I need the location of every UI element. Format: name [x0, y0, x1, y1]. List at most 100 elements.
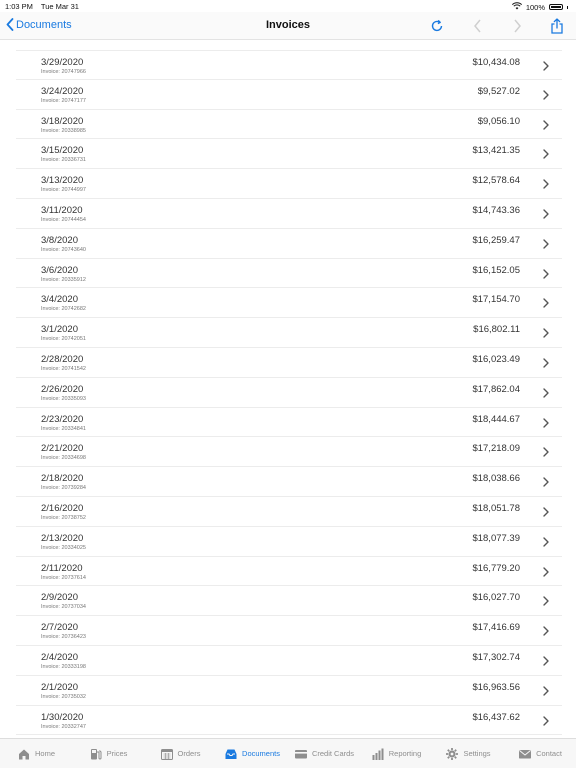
tab-orders[interactable]: Orders: [144, 739, 216, 768]
calendar-icon: [160, 748, 173, 760]
tab-label: Prices: [106, 749, 128, 758]
invoice-amount: $18,444.67: [472, 413, 520, 425]
invoice-date: 3/6/2020: [41, 264, 78, 276]
chevron-right-icon: [543, 686, 549, 696]
invoice-date: 2/9/2020: [41, 592, 78, 604]
invoice-date: 3/15/2020: [41, 145, 84, 157]
invoice-date: 2/7/2020: [41, 622, 78, 634]
invoice-date: 1/30/2020: [41, 711, 84, 723]
fuel-pump-icon: [90, 748, 102, 759]
invoice-row[interactable]: 3/8/2020 Invoice: 20743640 $16,259.47: [16, 229, 562, 259]
next-chevron-icon[interactable]: [508, 17, 526, 35]
invoice-date: 2/4/2020: [41, 651, 78, 663]
invoice-amount: $16,152.05: [472, 264, 520, 276]
invoice-date: 3/13/2020: [41, 175, 84, 187]
invoice-number: Invoice: 20333198: [41, 663, 86, 670]
invoice-amount: $17,218.09: [472, 443, 520, 455]
chevron-right-icon: [543, 268, 549, 279]
invoice-row[interactable]: 3/4/2020 Invoice: 20742682 $17,154.70: [16, 288, 562, 319]
invoice-amount: $14,743.36: [472, 204, 520, 216]
tab-reporting[interactable]: Reporting: [360, 739, 432, 768]
invoice-row[interactable]: 3/24/2020 Invoice: 20747177 $9,527.02: [16, 80, 562, 110]
house-icon: [18, 749, 29, 759]
invoice-row[interactable]: 2/23/2020 Invoice: 20334841 $18,444.67: [16, 408, 562, 438]
invoice-amount: $16,963.56: [472, 681, 520, 693]
invoice-row[interactable]: 3/1/2020 Invoice: 20742051 $16,802.11: [16, 318, 562, 348]
invoice-row[interactable]: 2/4/2020 Invoice: 20333198 $17,302.74: [16, 646, 562, 676]
invoice-row[interactable]: 2/13/2020 Invoice: 20334025 $18,077.39: [16, 527, 562, 557]
invoice-row[interactable]: 2/16/2020 Invoice: 20738752 $18,051.78: [16, 497, 562, 527]
bar-chart-icon: [372, 748, 384, 760]
invoice-number: Invoice: 20736423: [41, 634, 86, 641]
invoice-row[interactable]: 1/30/2020 Invoice: 20332747 $16,437.62: [16, 706, 562, 736]
invoice-row[interactable]: 2/11/2020 Invoice: 20737614 $16,779.20: [16, 557, 562, 587]
invoice-row[interactable]: 2/21/2020 Invoice: 20334698 $17,218.09: [16, 437, 562, 468]
tab-credit-cards[interactable]: Credit Cards: [288, 739, 360, 768]
invoice-date: 3/11/2020: [41, 204, 83, 216]
invoice-row[interactable]: 2/26/2020 Invoice: 20335093 $17,862.04: [16, 378, 562, 408]
tab-documents[interactable]: Documents: [216, 739, 288, 768]
tab-prices[interactable]: Prices: [72, 739, 144, 768]
invoice-date: 2/18/2020: [41, 473, 84, 485]
invoice-row[interactable]: 3/15/2020 Invoice: 20336731 $13,421.35: [16, 139, 562, 170]
invoice-row[interactable]: 2/1/2020 Invoice: 20735032 $16,963.56: [16, 676, 562, 706]
invoice-amount: $10,434.08: [472, 57, 520, 68]
chevron-right-icon: [543, 596, 549, 607]
chevron-right-icon: [543, 715, 549, 726]
invoice-number: Invoice: 20744997: [41, 187, 86, 194]
invoice-row[interactable]: 2/18/2020 Invoice: 20739284 $18,038.66: [16, 467, 562, 497]
invoice-number: Invoice: 20334698: [41, 455, 86, 462]
invoice-row[interactable]: 3/6/2020 Invoice: 20335912 $16,152.05: [16, 259, 562, 289]
tab-settings[interactable]: Settings: [432, 739, 504, 768]
invoice-amount: $18,038.66: [472, 473, 520, 485]
chevron-right-icon: [543, 298, 549, 309]
chevron-right-icon: [543, 656, 549, 666]
chevron-right-icon: [543, 477, 549, 487]
invoice-amount: $17,302.74: [472, 651, 520, 663]
invoice-amount: $13,421.35: [472, 145, 520, 157]
chevron-right-icon: [543, 179, 549, 189]
invoice-row[interactable]: 2/9/2020 Invoice: 20737034 $16,027.70: [16, 586, 562, 617]
invoice-amount: $16,779.20: [472, 562, 520, 574]
invoice-row[interactable]: 3/11/2020 Invoice: 20744454 $14,743.36: [16, 199, 562, 229]
invoice-amount: $17,416.69: [472, 622, 520, 634]
envelope-icon: [519, 749, 532, 758]
tab-label: Settings: [463, 749, 491, 758]
chevron-right-icon: [543, 388, 549, 398]
gear-icon: [446, 747, 459, 760]
tab-label: Contact: [536, 749, 562, 758]
invoice-date: 2/11/2020: [41, 562, 83, 574]
refresh-icon[interactable]: [428, 17, 446, 35]
invoice-date: 2/1/2020: [41, 681, 78, 693]
status-time: 1:03 PM: [5, 2, 33, 11]
invoice-row[interactable]: 2/7/2020 Invoice: 20736423 $17,416.69: [16, 616, 562, 646]
invoice-number: Invoice: 20739284: [41, 485, 86, 492]
invoice-date: 2/21/2020: [41, 443, 84, 455]
invoice-row[interactable]: 3/18/2020 Invoice: 20338985 $9,056.10: [16, 110, 562, 140]
navigation-bar: Documents Invoices: [0, 12, 576, 40]
invoice-amount: $17,154.70: [472, 294, 520, 306]
tab-home[interactable]: Home: [0, 739, 72, 768]
invoice-row[interactable]: 2/28/2020 Invoice: 20741542 $16,023.49: [16, 348, 562, 378]
chevron-right-icon: [543, 239, 549, 249]
invoice-row[interactable]: 3/13/2020 Invoice: 20744997 $12,578.64: [16, 169, 562, 199]
invoice-number: Invoice: 20332747: [41, 723, 86, 730]
invoice-amount: $16,437.62: [472, 711, 520, 723]
share-icon[interactable]: [548, 17, 566, 35]
chevron-right-icon: [543, 358, 549, 368]
invoice-list: 3/29/2020 Invoice: 20747966 $10,434.08 3/24…: [16, 50, 562, 736]
invoice-row[interactable]: 3/29/2020 Invoice: 20747966 $10,434.08: [16, 50, 562, 80]
invoice-number: Invoice: 20744454: [41, 216, 86, 223]
previous-chevron-icon[interactable]: [468, 17, 486, 35]
invoice-number: Invoice: 20738752: [41, 514, 86, 521]
invoice-number: Invoice: 20335912: [41, 276, 86, 283]
inbox-tray-icon: [225, 749, 237, 759]
chevron-right-icon: [543, 328, 549, 338]
chevron-right-icon: [543, 566, 549, 577]
chevron-right-icon: [543, 537, 549, 547]
invoice-number: Invoice: 20735032: [41, 693, 86, 700]
invoice-number: Invoice: 20737034: [41, 604, 86, 611]
tab-contact[interactable]: Contact: [504, 739, 576, 768]
invoice-amount: $17,862.04: [472, 383, 520, 395]
invoice-amount: $18,077.39: [472, 532, 520, 544]
